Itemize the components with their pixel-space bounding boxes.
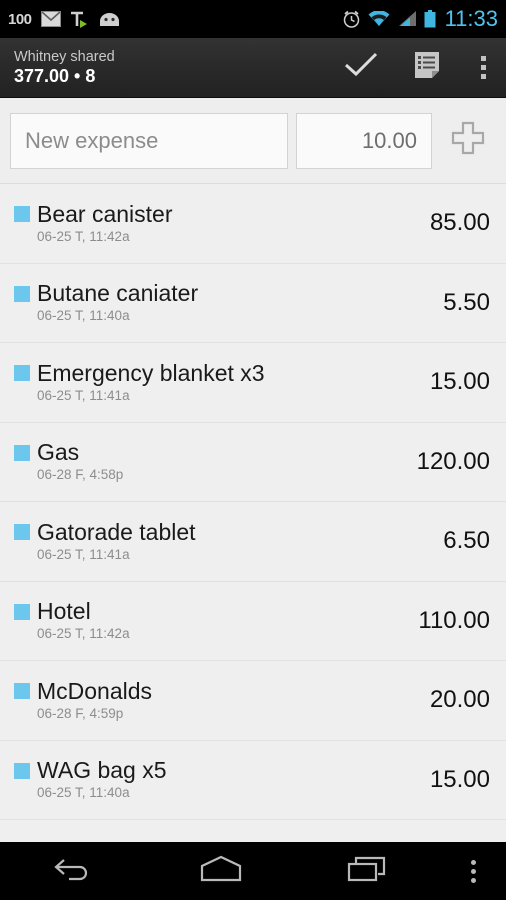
nav-recents-button[interactable] — [295, 842, 442, 900]
expense-title-line: Emergency blanket x3 — [14, 360, 418, 387]
expense-date: 06-25 T, 11:41a — [37, 546, 130, 562]
status-bar-right: 11:33 — [342, 6, 498, 32]
battery-percent-text: 100 — [8, 10, 32, 28]
expense-color-swatch — [14, 206, 30, 223]
expense-color-swatch — [14, 285, 30, 302]
expense-title-line: Bear canister — [14, 201, 418, 228]
expense-title: Hotel — [37, 598, 91, 625]
expense-title: Gatorade tablet — [37, 518, 196, 545]
action-bar-actions — [328, 38, 506, 97]
expense-list: Bear canister 06-25 T, 11:42a 85.00 Butane … — [0, 184, 506, 820]
table-row[interactable]: Gatorade tablet 06-25 T, 11:41a 6.50 — [0, 502, 506, 582]
android-nav-bar — [0, 842, 506, 900]
expense-title: Butane caniater — [37, 280, 199, 307]
expense-row-main: Bear canister 06-25 T, 11:42a — [14, 201, 418, 246]
expense-title: WAG bag x5 — [37, 757, 167, 784]
battery-icon — [424, 10, 436, 28]
notes-button[interactable] — [394, 38, 460, 97]
expense-row-main: Hotel 06-25 T, 11:42a — [14, 598, 406, 643]
expense-amount-input[interactable] — [311, 127, 417, 154]
plus-icon — [447, 117, 489, 164]
overflow-dots-icon — [471, 859, 477, 883]
expense-color-swatch — [14, 444, 30, 461]
expense-amount: 15.00 — [429, 368, 490, 396]
expense-row-main: McDonalds 06-28 F, 4:59p — [14, 678, 418, 723]
gmail-icon — [40, 11, 61, 27]
overflow-menu-button[interactable] — [460, 38, 506, 97]
expense-title-line: Hotel — [14, 598, 406, 625]
expense-row-main: Gatorade tablet 06-25 T, 11:41a — [14, 519, 431, 564]
table-row[interactable]: WAG bag x5 06-25 T, 11:40a 15.00 — [0, 741, 506, 820]
alarm-icon — [342, 10, 361, 29]
expense-row-main: Emergency blanket x3 06-25 T, 11:41a — [14, 360, 418, 405]
expense-row-main: Butane caniater 06-25 T, 11:40a — [14, 280, 431, 325]
android-icon — [98, 12, 121, 27]
expense-name-input[interactable] — [25, 127, 273, 154]
expense-amount: 120.00 — [416, 447, 490, 475]
expense-title: Gas — [37, 439, 80, 466]
expense-title-line: McDonalds — [14, 678, 418, 705]
check-icon — [344, 52, 378, 83]
expense-color-swatch — [14, 762, 30, 779]
expense-name-field[interactable] — [10, 112, 288, 169]
confirm-check-button[interactable] — [328, 38, 394, 97]
table-row[interactable]: Gas 06-28 F, 4:58p 120.00 — [0, 423, 506, 502]
expense-title-line: Gatorade tablet — [14, 519, 431, 546]
page-subtitle-total: 377.00 • 8 — [14, 66, 96, 86]
expense-amount: 20.00 — [429, 686, 490, 714]
new-expense-input-row — [0, 98, 506, 184]
expense-amount-field[interactable] — [296, 112, 432, 169]
expense-title: Emergency blanket x3 — [37, 359, 265, 386]
expense-title-line: Gas — [14, 439, 405, 466]
expense-title-line: WAG bag x5 — [14, 757, 418, 784]
tasks-icon — [70, 11, 89, 28]
table-row[interactable]: Emergency blanket x3 06-25 T, 11:41a 15.00 — [0, 343, 506, 423]
overflow-dots-icon — [480, 56, 486, 79]
status-bar: 100 11:33 — [0, 0, 506, 38]
expense-row-main: Gas 06-28 F, 4:58p — [14, 439, 405, 484]
nav-back-button[interactable] — [0, 842, 147, 900]
note-list-icon — [412, 50, 442, 85]
expense-date: 06-25 T, 11:42a — [37, 626, 130, 642]
nav-menu-button[interactable] — [442, 842, 506, 900]
expense-amount: 6.50 — [443, 527, 490, 555]
expense-color-swatch — [14, 524, 30, 541]
recents-icon — [347, 855, 389, 888]
action-bar-titles: Whitney shared 377.00 • 8 — [14, 48, 115, 87]
expense-title-line: Butane caniater — [14, 280, 431, 307]
expense-title: McDonalds — [37, 677, 153, 704]
add-expense-button[interactable] — [440, 113, 496, 169]
expense-date: 06-28 F, 4:59p — [37, 705, 124, 721]
expense-color-swatch — [14, 603, 30, 620]
expense-date: 06-25 T, 11:42a — [37, 228, 130, 244]
home-icon — [199, 855, 243, 888]
status-bar-clock: 11:33 — [444, 6, 498, 31]
expense-color-swatch — [14, 683, 30, 700]
expense-amount: 5.50 — [443, 288, 490, 316]
nav-home-button[interactable] — [147, 842, 294, 900]
expense-amount: 110.00 — [418, 606, 490, 634]
table-row[interactable]: McDonalds 06-28 F, 4:59p 20.00 — [0, 661, 506, 741]
back-arrow-icon — [53, 856, 94, 887]
action-bar: Whitney shared 377.00 • 8 — [0, 38, 506, 98]
page-title: Whitney shared — [14, 49, 115, 65]
table-row[interactable]: Bear canister 06-25 T, 11:42a 85.00 — [0, 184, 506, 264]
signal-icon — [397, 11, 417, 27]
status-bar-left: 100 — [8, 11, 121, 28]
expense-title: Bear canister — [37, 200, 173, 227]
expense-date: 06-25 T, 11:40a — [37, 785, 130, 801]
table-row[interactable]: Butane caniater 06-25 T, 11:40a 5.50 — [0, 264, 506, 343]
expense-amount: 15.00 — [429, 765, 490, 793]
expense-color-swatch — [14, 365, 30, 382]
expense-row-main: WAG bag x5 06-25 T, 11:40a — [14, 757, 418, 802]
expense-date: 06-25 T, 11:40a — [37, 308, 130, 324]
table-row[interactable]: Hotel 06-25 T, 11:42a 110.00 — [0, 582, 506, 661]
expense-amount: 85.00 — [429, 209, 490, 237]
expense-date: 06-28 F, 4:58p — [37, 467, 124, 483]
wifi-icon — [368, 11, 390, 27]
expense-date: 06-25 T, 11:41a — [37, 387, 130, 403]
